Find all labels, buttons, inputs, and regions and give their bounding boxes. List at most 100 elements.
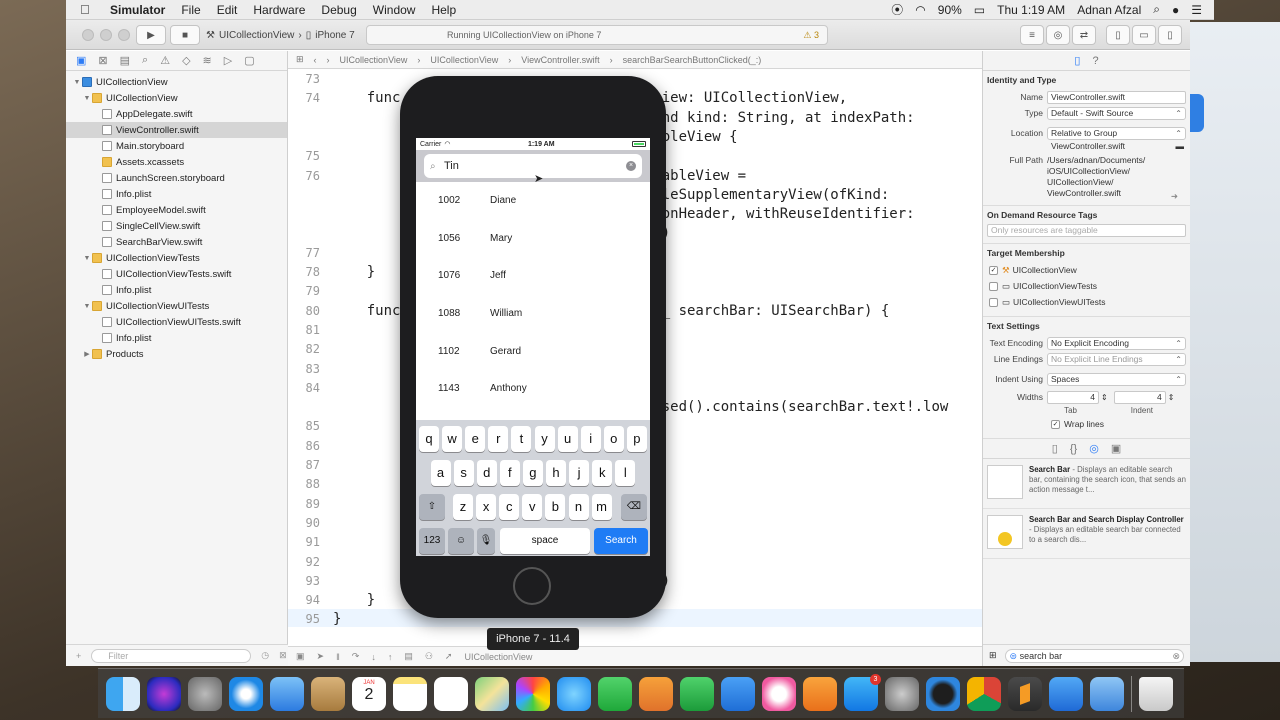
scheme-selector[interactable]: ⚒ UICollectionView › ▯ iPhone 7 (206, 25, 355, 45)
add-icon[interactable]: + (76, 651, 81, 661)
code-line[interactable]: } (333, 264, 375, 280)
numbers-icon[interactable] (680, 676, 714, 711)
tree-item[interactable]: LaunchScreen.storyboard (66, 170, 287, 186)
key-g[interactable]: g (522, 460, 543, 486)
tree-item[interactable]: UICollectionViewTests.swift (66, 266, 287, 282)
folder-icon[interactable]: ▣ (76, 54, 86, 67)
wrap-lines-checkbox[interactable]: ✓ (1051, 419, 1060, 429)
keynote-icon[interactable] (721, 676, 755, 711)
breadcrumb-project[interactable]: UICollectionView (340, 55, 408, 65)
memory-graph-icon[interactable]: ⚇ (425, 651, 433, 662)
key-i[interactable]: i (580, 426, 601, 452)
tree-item[interactable]: ▶ Products (66, 346, 287, 362)
tree-item[interactable]: UICollectionViewUITests.swift (66, 314, 287, 330)
list-item[interactable]: 1088 William (416, 295, 650, 333)
version-editor-button[interactable]: ⇄ (1072, 25, 1096, 45)
breakpoint-icon[interactable]: ▷ (224, 54, 232, 67)
sublime-text-icon[interactable] (1008, 676, 1042, 711)
numbers-key[interactable]: 123 (419, 528, 445, 554)
debug-area-icon[interactable]: ▣ (296, 651, 305, 662)
indent-stepper-icon[interactable]: ⇕ (1168, 393, 1175, 402)
key-r[interactable]: r (488, 426, 509, 452)
odr-tags-field[interactable]: Only resources are taggable (987, 224, 1186, 237)
list-item[interactable]: 1143 Anthony (416, 370, 650, 408)
key-a[interactable]: a (430, 460, 451, 486)
zoom-window-button[interactable] (118, 29, 130, 41)
test-icon[interactable]: ◇ (182, 54, 190, 67)
indent-width-field[interactable]: 4 (1113, 390, 1166, 404)
tab-stepper-icon[interactable]: ⇕ (1101, 393, 1108, 402)
media-library-icon[interactable]: ▣ (1111, 442, 1121, 455)
key-j[interactable]: j (569, 460, 590, 486)
checkbox[interactable] (989, 281, 998, 291)
contacts-icon[interactable] (311, 676, 345, 711)
wifi-icon[interactable]: ◠ (915, 3, 925, 17)
space-key[interactable]: space (500, 528, 590, 554)
key-l[interactable]: l (615, 460, 636, 486)
tree-item[interactable]: Info.plist (66, 186, 287, 202)
menu-debug[interactable]: Debug (321, 3, 356, 17)
system-preferences-icon[interactable] (885, 676, 919, 711)
messages-icon[interactable] (557, 676, 591, 711)
key-q[interactable]: q (419, 426, 439, 452)
source-control-icon[interactable]: ⊠ (98, 54, 107, 67)
target-row-uitests[interactable]: ▭ UICollectionViewUITests (987, 294, 1186, 310)
quick-help-icon[interactable]: ? (1092, 55, 1098, 67)
key-w[interactable]: w (442, 426, 463, 452)
notification-center-icon[interactable]: ☰ (1191, 3, 1202, 17)
menu-user[interactable]: Adnan Afzal (1077, 3, 1141, 17)
stop-button[interactable]: ■ (170, 25, 200, 45)
record-icon[interactable]: ⦿ (891, 1, 903, 18)
pause-icon[interactable]: ‖ (336, 652, 340, 662)
key-m[interactable]: m (591, 494, 612, 520)
object-library-icon[interactable]: ◎ (1089, 442, 1099, 455)
key-k[interactable]: k (592, 460, 613, 486)
key-t[interactable]: t (511, 426, 532, 452)
finder-icon[interactable] (106, 676, 140, 711)
step-over-icon[interactable]: ↷ (352, 651, 360, 662)
emoji-key-icon[interactable]: ☺ (448, 528, 474, 554)
tab-width-field[interactable]: 4 (1047, 390, 1099, 404)
tree-item[interactable]: ▼ UICollectionView (66, 90, 287, 106)
grid-view-icon[interactable]: ⊞ (989, 650, 997, 661)
reveal-arrow-icon[interactable]: ➜ (1171, 191, 1178, 202)
code-line[interactable]: } (333, 592, 375, 608)
checkbox[interactable] (989, 297, 998, 307)
key-b[interactable]: b (545, 494, 566, 520)
itunes-icon[interactable] (762, 676, 796, 711)
library-filter-input[interactable]: ⊜ search bar ⊗ (1004, 648, 1184, 663)
delete-key-icon[interactable]: ⌫ (621, 494, 647, 520)
navigator-filter-input[interactable]: Filter (91, 648, 252, 663)
launchpad-icon[interactable] (188, 676, 222, 711)
dictation-key-icon[interactable]: 🎙 (477, 528, 495, 554)
app-store-icon[interactable]: 3 (844, 673, 881, 711)
quicktime-icon[interactable] (926, 676, 960, 711)
apple-icon[interactable]:  (80, 2, 94, 17)
toggle-inspector-button[interactable]: ▯ (1158, 25, 1182, 45)
code-snippet-icon[interactable]: {} (1070, 443, 1077, 455)
list-item[interactable]: 1102 Gerard (416, 332, 650, 370)
related-items-icon[interactable]: ⊞ (296, 54, 304, 65)
chrome-icon[interactable] (967, 676, 1001, 711)
disclosure-triangle-icon[interactable]: ▼ (72, 79, 82, 86)
tree-item[interactable]: Info.plist (66, 330, 287, 346)
disclosure-triangle-icon[interactable]: ▶ (82, 350, 92, 358)
key-z[interactable]: z (453, 494, 473, 520)
scm-filter-icon[interactable]: ⊠ (279, 650, 287, 661)
clear-filter-icon[interactable]: ⊗ (1172, 650, 1180, 662)
home-button[interactable] (513, 567, 551, 605)
breakpoints-toggle-icon[interactable]: ➤ (317, 651, 325, 662)
encoding-select[interactable]: No Explicit Encoding (1047, 336, 1186, 350)
siri-icon[interactable] (147, 676, 181, 711)
key-v[interactable]: v (522, 494, 543, 520)
key-s[interactable]: s (453, 460, 474, 486)
key-d[interactable]: d (476, 460, 497, 486)
toggle-navigator-button[interactable]: ▯ (1106, 25, 1130, 45)
tree-item[interactable]: ▼ UICollectionViewTests (66, 250, 287, 266)
issue-icon[interactable]: ⚠ (160, 54, 170, 67)
key-x[interactable]: x (476, 494, 497, 520)
facetime-icon[interactable] (598, 676, 632, 711)
forward-icon[interactable]: › (327, 55, 330, 65)
tree-item[interactable]: Assets.xcassets (66, 154, 287, 170)
tree-item[interactable]: ▼ UICollectionView (66, 74, 287, 90)
